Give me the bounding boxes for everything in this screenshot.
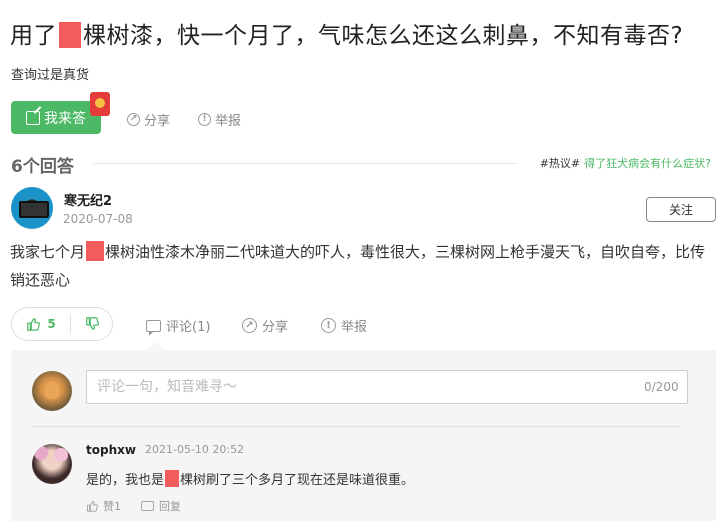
redaction-mark	[165, 470, 180, 487]
comment-actions: 赞1 回复	[86, 498, 181, 514]
comment-label: 评论(1)	[166, 320, 211, 335]
downvote-button[interactable]	[71, 317, 112, 331]
comment-reply-label: 回复	[159, 500, 181, 513]
question-title-start: 用了	[10, 23, 57, 49]
comment-input[interactable]	[86, 370, 688, 404]
question-title: 用了 棵树漆，快一个月了，气味怎么还这么刺鼻，不知有毒否?	[10, 16, 683, 50]
report-icon: !	[198, 113, 211, 126]
edit-icon	[26, 110, 40, 125]
avatar[interactable]	[11, 187, 53, 229]
answer-text-end: 棵树油性漆木净丽二代味道大的吓人，毒性很大，三棵树网上枪手漫天飞，自吹自夸，比传…	[10, 243, 706, 289]
comment-like-label: 赞1	[103, 500, 121, 513]
report-button[interactable]: ! 举报	[198, 110, 241, 129]
thumbs-down-icon	[85, 317, 99, 331]
comment-username[interactable]: tophxw	[86, 443, 136, 457]
answer-date: 2020-07-08	[63, 212, 133, 226]
redaction-mark	[59, 22, 81, 48]
divider	[93, 163, 516, 164]
report-icon: !	[321, 318, 336, 333]
answer-text: 我家七个月 棵树油性漆木净丽二代味道大的吓人，毒性很大，三棵树网上枪手漫天飞，自吹…	[10, 238, 710, 294]
thumbs-up-icon	[26, 317, 41, 331]
divider	[32, 426, 682, 427]
reply-icon	[141, 501, 154, 511]
comment-button[interactable]: 评论(1)	[146, 316, 211, 336]
follow-button[interactable]: 关注	[646, 197, 716, 222]
comment-text-end: 棵树刷了三个多月了现在还是味道很重。	[180, 473, 415, 488]
share-label: 分享	[144, 114, 171, 129]
thumbs-up-icon	[86, 500, 98, 512]
comment-text-start: 是的，我也是	[86, 473, 165, 488]
share-icon: ↗	[127, 113, 140, 126]
hot-topic: #热议# 得了狂犬病会有什么症状?	[540, 155, 711, 171]
answer-button-label: 我来答	[44, 110, 86, 127]
answers-header: 6个回答 #热议# 得了狂犬病会有什么症状?	[11, 152, 711, 177]
hot-topic-tag: #热议#	[539, 157, 581, 170]
avatar	[32, 371, 72, 411]
answer-text-start: 我家七个月	[10, 243, 86, 261]
comment-date: 2021-05-10 20:52	[145, 443, 245, 456]
answer-report-button[interactable]: ! 举报	[321, 316, 367, 335]
comment-like-button[interactable]: 赞1	[86, 498, 121, 514]
vote-box: 5	[11, 307, 113, 341]
report-label: 举报	[215, 114, 242, 129]
red-envelope-icon[interactable]	[90, 92, 110, 116]
hot-topic-link[interactable]: 得了狂犬病会有什么症状?	[584, 157, 711, 170]
avatar[interactable]	[32, 444, 72, 484]
question-title-end: 棵树漆，快一个月了，气味怎么还这么刺鼻，不知有毒否?	[83, 23, 684, 49]
answer-share-button[interactable]: ↗ 分享	[242, 316, 288, 335]
share-icon: ↗	[242, 318, 257, 333]
comment-text: 是的，我也是 棵树刷了三个多月了现在还是味道很重。	[86, 469, 414, 488]
upvote-count: 5	[47, 317, 56, 331]
upvote-button[interactable]: 5	[12, 317, 70, 331]
share-button[interactable]: ↗ 分享	[127, 110, 170, 129]
answer-share-label: 分享	[262, 320, 289, 335]
comment-icon	[146, 319, 161, 336]
answer-count: 6个回答	[11, 157, 74, 177]
comments-panel: 0/200 tophxw 2021-05-10 20:52 是的，我也是棵树刷了…	[11, 350, 716, 521]
question-description: 查询过是真货	[11, 68, 90, 83]
char-count: 0/200	[644, 380, 679, 394]
answer-report-label: 举报	[341, 320, 368, 335]
answer-button[interactable]: 我来答	[11, 101, 101, 134]
answer-username[interactable]: 寒无纪2	[64, 190, 112, 209]
redaction-mark	[86, 241, 105, 261]
comment-reply-button[interactable]: 回复	[141, 498, 181, 514]
